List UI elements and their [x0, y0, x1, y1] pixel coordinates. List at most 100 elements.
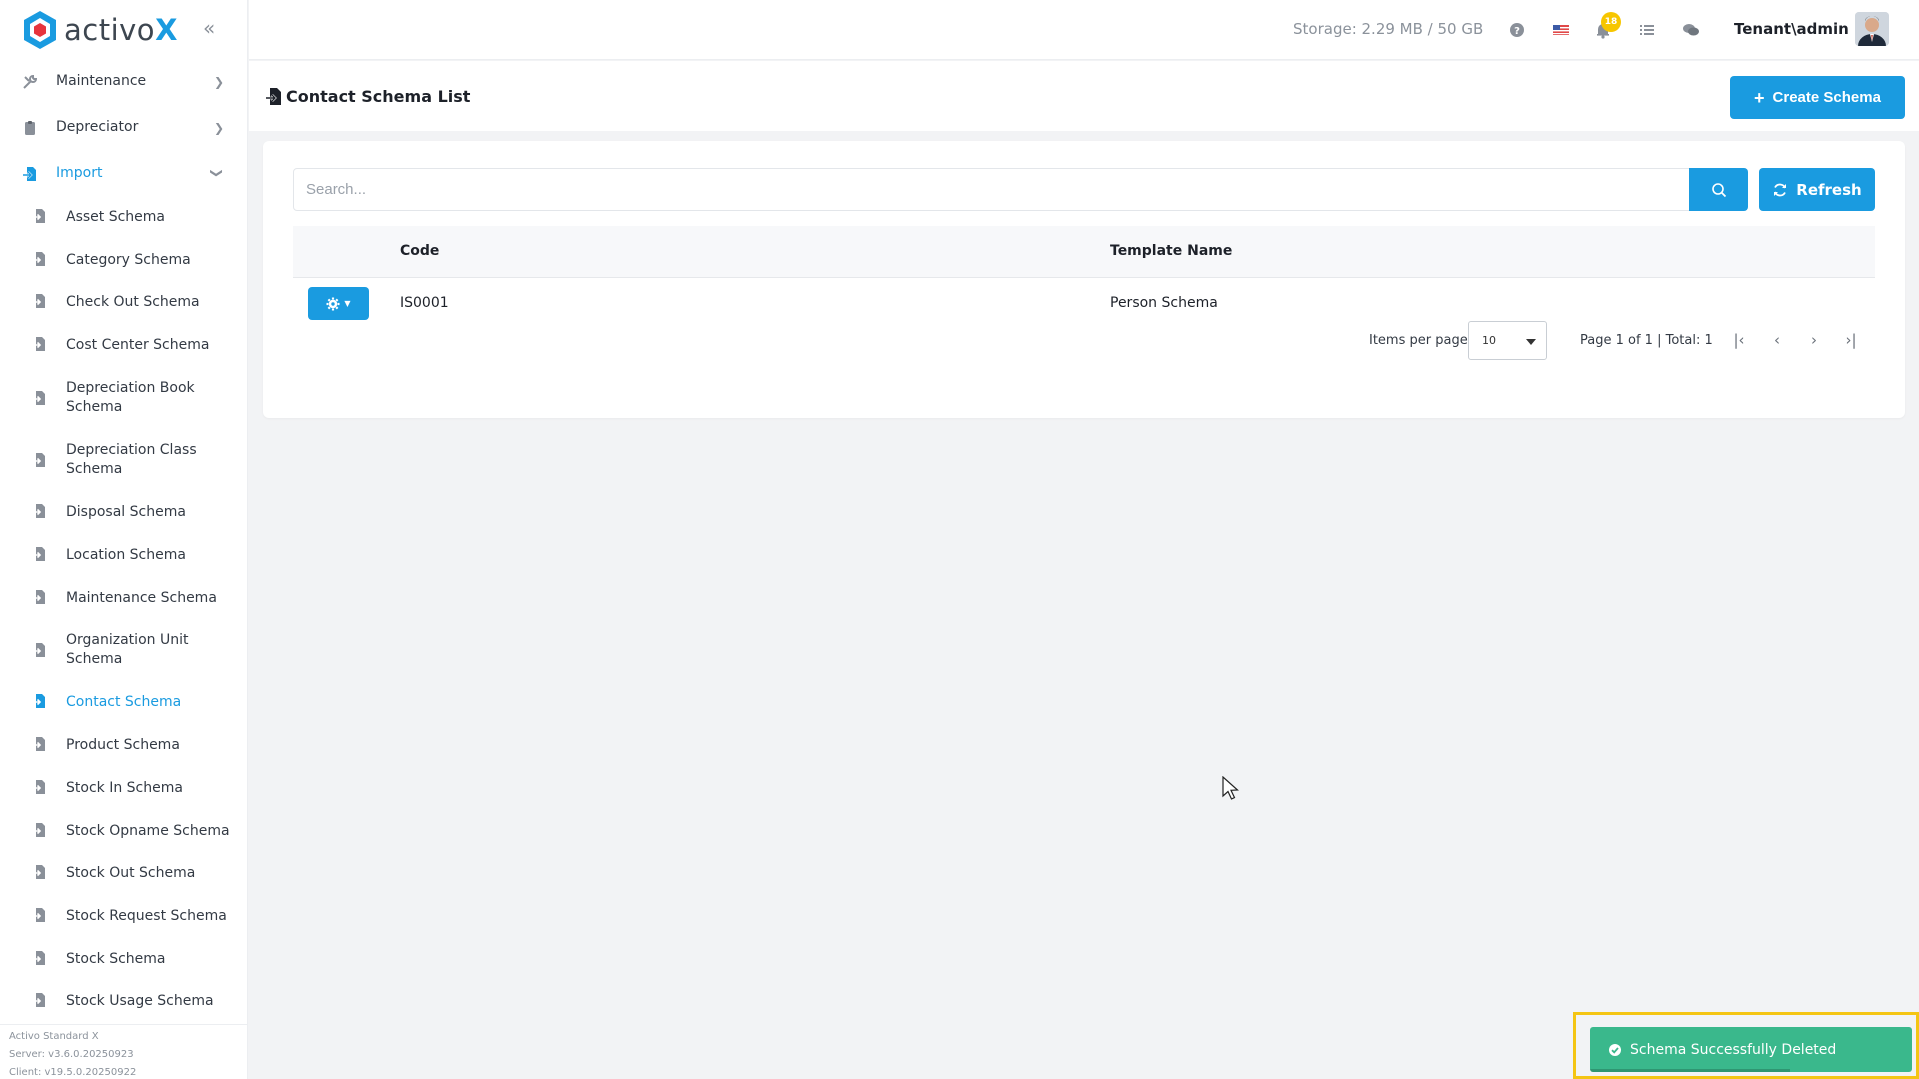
- user-photo-icon: [1855, 12, 1889, 46]
- file-import-icon: [33, 737, 45, 751]
- file-import-icon: [33, 252, 45, 266]
- collapse-sidebar-button[interactable]: «: [203, 18, 223, 40]
- caret-down-icon: [1526, 339, 1536, 345]
- sidebar-item-label: Asset Schema: [66, 209, 166, 225]
- user-name[interactable]: Tenant\admin: [1734, 20, 1849, 38]
- file-import-icon: [33, 951, 45, 965]
- chevron-right-icon: ❯: [214, 121, 225, 135]
- file-import-icon: [33, 391, 45, 405]
- row-actions-button[interactable]: ▼: [308, 287, 369, 320]
- sidebar-item-depreciator[interactable]: Depreciator ❯: [0, 116, 247, 140]
- sidebar-item-product-schema[interactable]: Product Schema: [0, 736, 247, 756]
- clipboard-icon: [25, 121, 35, 135]
- activo-logo-icon: [24, 11, 56, 49]
- file-import-icon: [33, 209, 45, 223]
- items-per-page-select[interactable]: 10: [1468, 321, 1547, 360]
- avatar[interactable]: [1855, 12, 1889, 46]
- sidebar-item-asset-schema[interactable]: Asset Schema: [0, 208, 247, 228]
- first-page-icon[interactable]: |‹: [1728, 331, 1750, 351]
- sidebar-item-stock-schema[interactable]: Stock Schema: [0, 950, 247, 970]
- success-toast[interactable]: Schema Successfully Deleted: [1590, 1027, 1912, 1072]
- table-header: Code Template Name: [293, 226, 1875, 278]
- file-import-icon: [33, 908, 45, 922]
- file-import-icon: [33, 694, 45, 708]
- brand-name: activoX: [64, 13, 178, 47]
- search-button[interactable]: [1689, 168, 1748, 211]
- version-info: Activo Standard X Server: v3.6.0.2025092…: [0, 1024, 247, 1079]
- sidebar-item-category-schema[interactable]: Category Schema: [0, 251, 247, 271]
- file-import-icon: [33, 865, 45, 879]
- caret-down-icon: ▼: [344, 299, 351, 308]
- sidebar-item-label: Cost Center Schema: [66, 337, 210, 353]
- file-import-icon: [33, 643, 45, 657]
- sidebar-item-depreciation-class-schema[interactable]: Depreciation Class Schema: [0, 441, 247, 481]
- client-version: Client: v19.5.0.20250922: [9, 1067, 137, 1078]
- sidebar-item-label: Depreciation Book Schema: [66, 380, 195, 415]
- brand: activoX «: [0, 0, 247, 60]
- check-circle-icon: [1609, 1043, 1621, 1056]
- file-import-icon: [33, 453, 45, 467]
- cell-template-name: Person Schema: [1110, 295, 1218, 311]
- sidebar-item-import[interactable]: Import ❯: [0, 162, 247, 186]
- sidebar-item-label: Import: [56, 165, 103, 181]
- sidebar-item-label: Product Schema: [66, 737, 180, 753]
- sidebar-item-stock-usage-schema[interactable]: Stock Usage Schema: [0, 992, 247, 1012]
- create-schema-label: Create Schema: [1772, 89, 1881, 106]
- sidebar-item-label: Disposal Schema: [66, 504, 186, 520]
- sidebar-item-location-schema[interactable]: Location Schema: [0, 546, 247, 566]
- product-name: Activo Standard X: [9, 1031, 99, 1042]
- sidebar-item-label: Check Out Schema: [66, 294, 200, 310]
- items-per-page-value: 10: [1482, 334, 1496, 347]
- sidebar-item-check-out-schema[interactable]: Check Out Schema: [0, 293, 247, 313]
- storage-usage: Storage: 2.29 MB / 50 GB: [1293, 20, 1484, 38]
- last-page-icon[interactable]: ›|: [1840, 331, 1862, 351]
- column-header-template-name[interactable]: Template Name: [1110, 243, 1232, 259]
- refresh-icon: [1774, 183, 1787, 196]
- chevron-down-icon: ❯: [210, 167, 225, 179]
- sidebar-item-label: Category Schema: [66, 252, 191, 268]
- task-list-icon[interactable]: [1637, 20, 1657, 40]
- sidebar-item-stock-in-schema[interactable]: Stock In Schema: [0, 779, 247, 799]
- sidebar-item-label: Contact Schema: [66, 694, 182, 710]
- next-page-icon[interactable]: ›: [1803, 331, 1825, 351]
- refresh-label: Refresh: [1796, 180, 1862, 199]
- help-icon[interactable]: ?: [1507, 20, 1527, 40]
- items-per-page-label: Items per page: [1369, 333, 1468, 348]
- page-info: Page 1 of 1 | Total: 1: [1580, 333, 1713, 348]
- search-icon: [1711, 182, 1726, 197]
- create-schema-button[interactable]: + Create Schema: [1730, 76, 1905, 119]
- sidebar: activoX « Maintenance ❯ Depreciator ❯ Im…: [0, 0, 248, 1079]
- sidebar-item-label: Stock Out Schema: [66, 865, 196, 881]
- sidebar-item-label: Depreciator: [56, 119, 139, 135]
- sidebar-item-contact-schema[interactable]: Contact Schema: [0, 693, 247, 713]
- sidebar-item-cost-center-schema[interactable]: Cost Center Schema: [0, 336, 247, 356]
- search-input[interactable]: [293, 168, 1690, 211]
- sidebar-item-organization-unit-schema[interactable]: Organization Unit Schema: [0, 631, 247, 671]
- file-import-icon: [23, 167, 36, 181]
- sidebar-item-label: Maintenance: [56, 73, 147, 89]
- gear-icon: [326, 297, 340, 310]
- sidebar-item-depreciation-book-schema[interactable]: Depreciation Book Schema: [0, 379, 247, 419]
- pagination: Items per page 10 Page 1 of 1 | Total: 1…: [263, 321, 1905, 361]
- page-title: Contact Schema List: [286, 87, 471, 106]
- sidebar-item-label: Stock Usage Schema: [66, 993, 214, 1009]
- us-flag-icon[interactable]: [1551, 20, 1571, 40]
- refresh-button[interactable]: Refresh: [1759, 168, 1875, 211]
- file-import-icon: [33, 547, 45, 561]
- sidebar-item-maintenance[interactable]: Maintenance ❯: [0, 70, 247, 94]
- sidebar-item-label: Location Schema: [66, 547, 186, 563]
- schema-list-card: Refresh Code Template Name ▼ IS0001 Pers…: [263, 141, 1905, 418]
- notification-badge: 18: [1601, 12, 1621, 32]
- sidebar-item-stock-out-schema[interactable]: Stock Out Schema: [0, 864, 247, 884]
- column-header-code[interactable]: Code: [400, 243, 439, 259]
- mouse-cursor-icon: [1222, 776, 1239, 800]
- sidebar-item-stock-request-schema[interactable]: Stock Request Schema: [0, 907, 247, 927]
- previous-page-icon[interactable]: ‹: [1766, 331, 1788, 351]
- file-import-icon: [266, 88, 281, 105]
- sidebar-item-stock-opname-schema[interactable]: Stock Opname Schema: [0, 822, 247, 842]
- sidebar-item-label: Depreciation Class Schema: [66, 442, 197, 477]
- chat-icon[interactable]: [1681, 20, 1701, 40]
- sidebar-item-maintenance-schema[interactable]: Maintenance Schema: [0, 589, 247, 609]
- sidebar-item-disposal-schema[interactable]: Disposal Schema: [0, 503, 247, 523]
- sidebar-item-label: Maintenance Schema: [66, 590, 217, 606]
